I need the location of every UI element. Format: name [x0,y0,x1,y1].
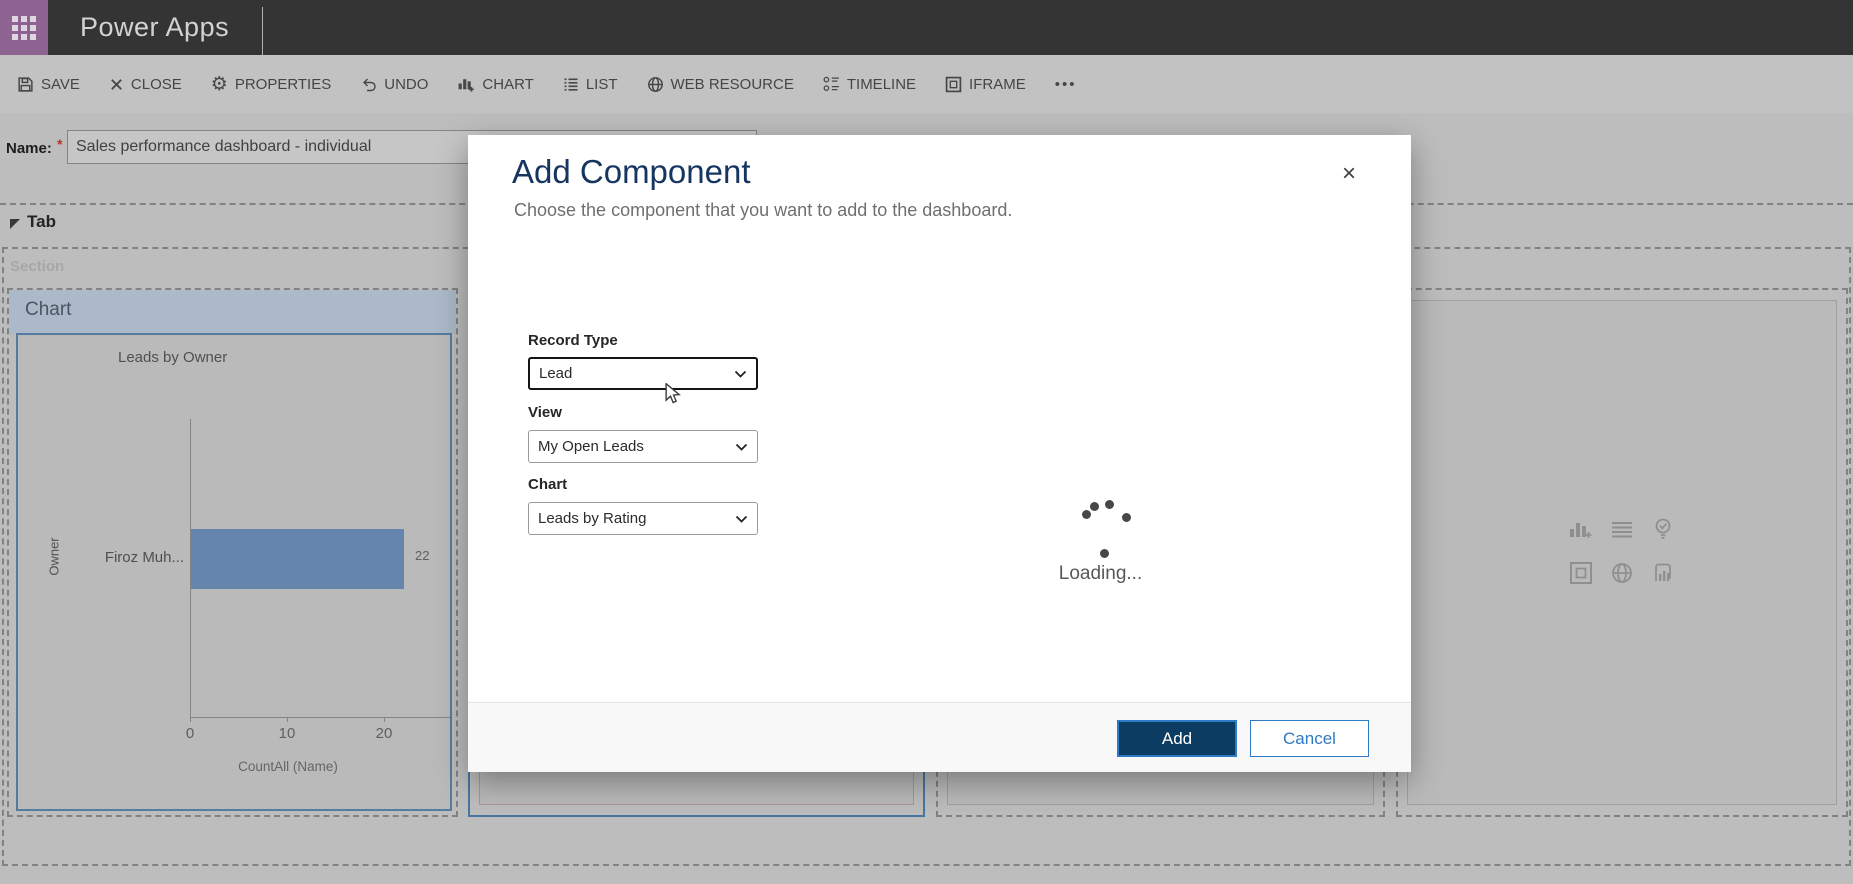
power-apps-dashboard-editor: Power Apps SAVE CLOSE ⚙ PROPERTIES UNDO … [0,0,1853,884]
view-select[interactable]: My Open Leads [528,430,758,463]
add-component-dialog: × Add Component Choose the component tha… [468,135,1411,772]
mouse-cursor [665,383,681,404]
chevron-down-icon [735,515,748,523]
dialog-title: Add Component [512,153,751,190]
dialog-subtitle: Choose the component that you want to ad… [514,200,1013,220]
view-label: View [528,404,562,421]
close-icon[interactable]: × [1334,159,1364,189]
cancel-button[interactable]: Cancel [1250,720,1369,757]
record-type-select[interactable]: Lead [528,357,758,390]
chevron-down-icon [734,370,747,378]
record-type-label: Record Type [528,332,618,349]
chevron-down-icon [735,443,748,451]
loading-text: Loading... [1058,563,1143,584]
chart-select[interactable]: Leads by Rating [528,502,758,535]
chart-label: Chart [528,476,568,493]
add-button[interactable]: Add [1117,720,1237,757]
